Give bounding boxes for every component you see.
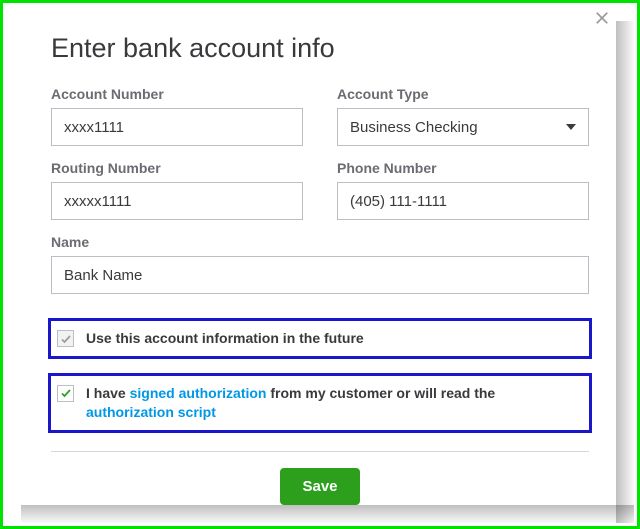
routing-number-label: Routing Number: [51, 160, 303, 176]
phone-number-input[interactable]: [337, 182, 589, 220]
account-type-select[interactable]: Business Checking: [337, 108, 589, 146]
close-icon[interactable]: [593, 9, 613, 29]
routing-number-input[interactable]: [51, 182, 303, 220]
name-label: Name: [51, 234, 589, 250]
account-number-input[interactable]: [51, 108, 303, 146]
name-input[interactable]: [51, 256, 589, 294]
authorization-row: I have signed authorization from my cust…: [48, 373, 592, 433]
authorization-label: I have signed authorization from my cust…: [86, 384, 583, 422]
signed-authorization-link[interactable]: signed authorization: [130, 385, 267, 401]
auth-text-mid: from my customer or will read the: [266, 385, 495, 401]
phone-number-label: Phone Number: [337, 160, 589, 176]
account-number-label: Account Number: [51, 86, 303, 102]
authorization-script-link[interactable]: authorization script: [86, 404, 216, 420]
use-future-label: Use this account information in the futu…: [86, 329, 364, 348]
account-type-value: Business Checking: [350, 119, 478, 136]
save-button[interactable]: Save: [280, 468, 359, 505]
auth-text-prefix: I have: [86, 385, 130, 401]
account-type-label: Account Type: [337, 86, 589, 102]
divider: [51, 451, 589, 452]
authorization-checkbox[interactable]: [57, 385, 74, 402]
page-title: Enter bank account info: [51, 33, 589, 64]
chevron-down-icon: [566, 124, 576, 130]
use-future-row: Use this account information in the futu…: [48, 318, 592, 359]
use-future-checkbox: [57, 330, 74, 347]
